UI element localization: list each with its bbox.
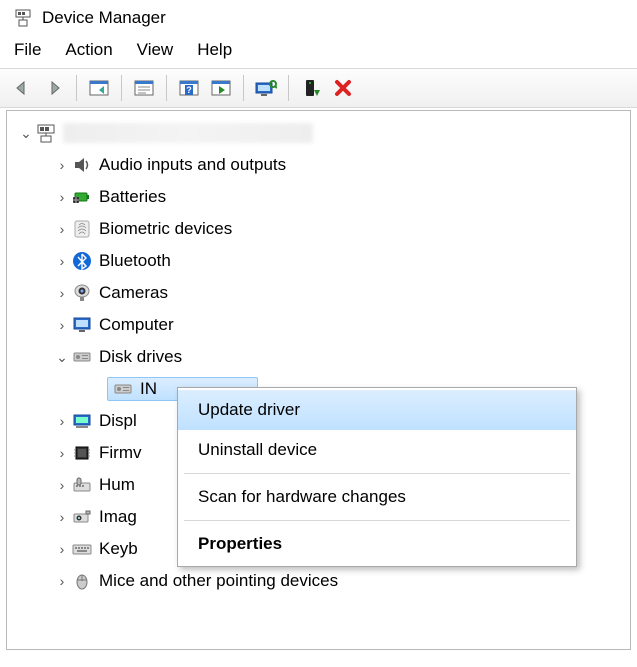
ctx-scan-hardware[interactable]: Scan for hardware changes: [178, 477, 576, 517]
toolbar-scan-button[interactable]: [252, 74, 280, 102]
toolbar-properties-button[interactable]: [130, 74, 158, 102]
monitor-icon: [71, 314, 93, 336]
node-label: Imag: [99, 507, 137, 527]
menu-action[interactable]: Action: [65, 40, 112, 60]
chevron-right-icon[interactable]: ›: [53, 509, 71, 525]
ctx-properties[interactable]: Properties: [178, 524, 576, 564]
tree-node-mice[interactable]: › Mice and other pointing devices: [13, 565, 630, 597]
camera-icon: [71, 282, 93, 304]
window-titlebar: Device Manager: [0, 0, 637, 34]
menu-help[interactable]: Help: [197, 40, 232, 60]
disk-drive-icon: [112, 378, 134, 400]
ctx-item-label: Scan for hardware changes: [198, 487, 406, 506]
toolbar-add-device-button[interactable]: [297, 74, 325, 102]
chevron-right-icon[interactable]: ›: [53, 573, 71, 589]
fingerprint-icon: [71, 218, 93, 240]
node-label: Displ: [99, 411, 137, 431]
node-label: Hum: [99, 475, 135, 495]
disk-drive-icon: [71, 346, 93, 368]
node-label: Audio inputs and outputs: [99, 155, 286, 175]
device-manager-icon: [14, 9, 32, 27]
node-label: Mice and other pointing devices: [99, 571, 338, 591]
node-label: Bluetooth: [99, 251, 171, 271]
menu-file[interactable]: File: [14, 40, 41, 60]
node-label: Biometric devices: [99, 219, 232, 239]
chevron-right-icon[interactable]: ›: [53, 413, 71, 429]
tree-root-node[interactable]: ⌄: [13, 117, 630, 149]
menubar: File Action View Help: [0, 34, 637, 68]
node-label: Keyb: [99, 539, 138, 559]
toolbar-forward-button[interactable]: [40, 74, 68, 102]
mouse-icon: [71, 570, 93, 592]
node-label: Disk drives: [99, 347, 182, 367]
context-menu: Update driver Uninstall device Scan for …: [177, 387, 577, 567]
display-adapter-icon: [71, 410, 93, 432]
ctx-item-label: Uninstall device: [198, 440, 317, 459]
chevron-right-icon[interactable]: ›: [53, 317, 71, 333]
tree-node-batteries[interactable]: › Batteries: [13, 181, 630, 213]
chevron-right-icon[interactable]: ›: [53, 189, 71, 205]
ctx-item-label: Update driver: [198, 400, 300, 419]
toolbar-separator: [166, 75, 167, 101]
node-label: IN: [140, 379, 157, 399]
toolbar-remove-button[interactable]: [329, 74, 357, 102]
ctx-item-label: Properties: [198, 534, 282, 553]
chevron-right-icon[interactable]: ›: [53, 285, 71, 301]
node-label: Batteries: [99, 187, 166, 207]
toolbar-refresh-button[interactable]: [207, 74, 235, 102]
toolbar-show-hidden-button[interactable]: [85, 74, 113, 102]
speaker-icon: [71, 154, 93, 176]
device-tree[interactable]: ⌄ › Audio inputs and outputs › Batteries…: [6, 110, 631, 650]
imaging-icon: [71, 506, 93, 528]
bluetooth-icon: [71, 250, 93, 272]
keyboard-icon: [71, 538, 93, 560]
toolbar-separator: [288, 75, 289, 101]
toolbar-help-button[interactable]: ?: [175, 74, 203, 102]
tree-node-bluetooth[interactable]: › Bluetooth: [13, 245, 630, 277]
tree-node-computer[interactable]: › Computer: [13, 309, 630, 341]
toolbar-separator: [243, 75, 244, 101]
chevron-down-icon[interactable]: ⌄: [53, 349, 71, 366]
computer-root-icon: [35, 122, 57, 144]
toolbar-separator: [76, 75, 77, 101]
toolbar: ?: [0, 68, 637, 108]
node-label: Computer: [99, 315, 174, 335]
node-label: Cameras: [99, 283, 168, 303]
ctx-separator: [184, 473, 570, 474]
toolbar-back-button[interactable]: [8, 74, 36, 102]
tree-node-disk-drives[interactable]: ⌄ Disk drives: [13, 341, 630, 373]
ctx-separator: [184, 520, 570, 521]
ctx-uninstall-device[interactable]: Uninstall device: [178, 430, 576, 470]
menu-view[interactable]: View: [137, 40, 174, 60]
tree-node-biometric[interactable]: › Biometric devices: [13, 213, 630, 245]
tree-node-audio[interactable]: › Audio inputs and outputs: [13, 149, 630, 181]
root-computer-name-blurred: [63, 123, 313, 143]
hid-icon: [71, 474, 93, 496]
chevron-down-icon[interactable]: ⌄: [17, 125, 35, 142]
node-label: Firmv: [99, 443, 141, 463]
tree-node-cameras[interactable]: › Cameras: [13, 277, 630, 309]
chevron-right-icon[interactable]: ›: [53, 253, 71, 269]
window-title: Device Manager: [42, 8, 166, 28]
toolbar-separator: [121, 75, 122, 101]
chevron-right-icon[interactable]: ›: [53, 157, 71, 173]
chevron-right-icon[interactable]: ›: [53, 541, 71, 557]
svg-text:?: ?: [186, 85, 192, 95]
ctx-update-driver[interactable]: Update driver: [178, 390, 576, 430]
chevron-right-icon[interactable]: ›: [53, 221, 71, 237]
chip-icon: [71, 442, 93, 464]
chevron-right-icon[interactable]: ›: [53, 445, 71, 461]
chevron-right-icon[interactable]: ›: [53, 477, 71, 493]
battery-icon: [71, 186, 93, 208]
